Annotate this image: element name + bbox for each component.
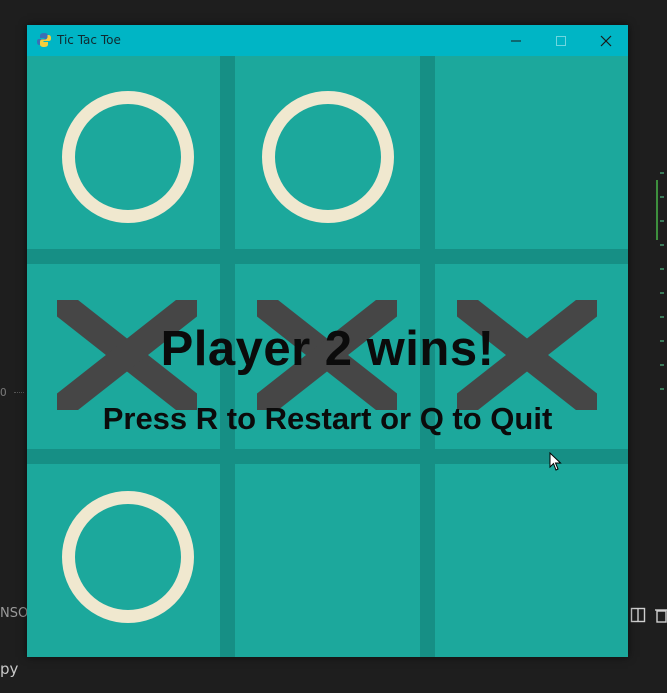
- maximize-button[interactable]: [538, 25, 583, 56]
- file-label: py: [0, 660, 19, 678]
- x-mark: [457, 300, 597, 410]
- mouse-cursor-icon: [549, 452, 562, 471]
- board-cell[interactable]: [227, 56, 427, 256]
- board-cell[interactable]: [27, 56, 227, 256]
- trash-icon[interactable]: [655, 607, 667, 623]
- board-cell[interactable]: [227, 256, 427, 456]
- board-cell[interactable]: [427, 56, 627, 256]
- x-mark: [257, 300, 397, 410]
- close-icon: [600, 35, 611, 46]
- o-mark: [262, 91, 394, 223]
- editor-divider: [14, 392, 24, 394]
- board-cell[interactable]: [427, 256, 627, 456]
- maximize-icon: [555, 35, 566, 46]
- title-bar[interactable]: Tic Tac Toe: [27, 25, 628, 56]
- game-board[interactable]: Player 2 wins! Press R to Restart or Q t…: [27, 56, 628, 657]
- board-cell[interactable]: [27, 256, 227, 456]
- editor-scrollbar[interactable]: [656, 180, 658, 240]
- o-mark: [62, 91, 194, 223]
- minimize-button[interactable]: [493, 25, 538, 56]
- board-cell[interactable]: [27, 456, 227, 656]
- board-cell[interactable]: [227, 456, 427, 656]
- editor-output-marker: O: [0, 386, 7, 399]
- board-cell[interactable]: [427, 456, 627, 656]
- o-mark: [62, 491, 194, 623]
- game-window: Tic Tac Toe Player 2 wins! Press R to Re…: [27, 25, 628, 657]
- window-title: Tic Tac Toe: [57, 33, 121, 47]
- close-button[interactable]: [583, 25, 628, 56]
- python-app-icon: [37, 33, 51, 47]
- editor-minimap-marks: [660, 150, 664, 400]
- minimize-icon: [510, 40, 521, 41]
- x-mark: [57, 300, 197, 410]
- split-panel-icon[interactable]: [630, 607, 646, 623]
